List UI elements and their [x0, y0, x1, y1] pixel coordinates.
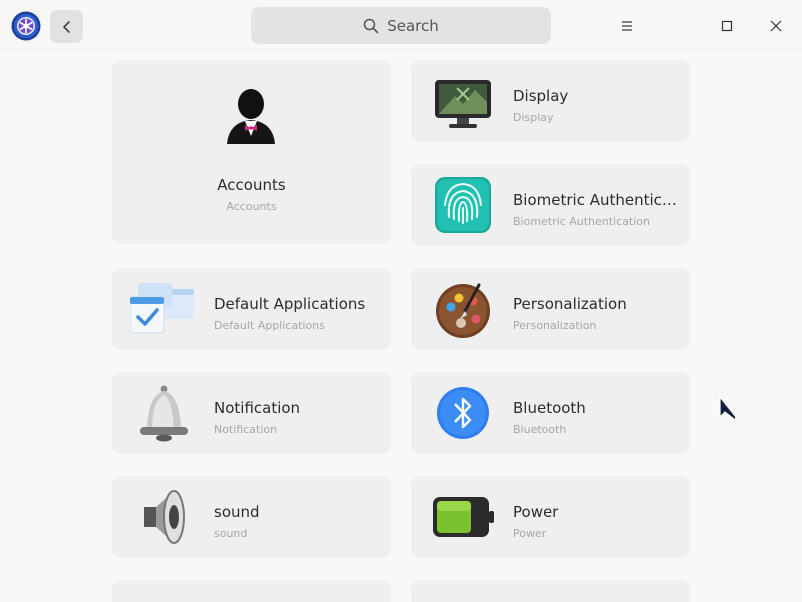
module-title: Power: [513, 503, 559, 521]
speaker-icon: [144, 490, 185, 544]
module-title: Notification: [214, 399, 301, 417]
search-placeholder: Search: [387, 16, 439, 35]
module-subtitle: Notification: [214, 423, 278, 436]
chevron-left-icon: [62, 20, 70, 33]
module-card-sound[interactable]: sound sound: [112, 476, 391, 558]
title-bar: Search: [0, 0, 802, 52]
bluetooth-icon: [437, 387, 489, 439]
notification-bell-icon: [140, 385, 188, 442]
module-title: Accounts: [217, 176, 286, 194]
maximize-icon: [721, 20, 733, 32]
module-card-notification[interactable]: Notification Notification: [112, 372, 391, 454]
module-card-bluetooth[interactable]: Bluetooth Bluetooth: [411, 372, 690, 454]
module-card-partial[interactable]: [411, 580, 690, 602]
module-card-display[interactable]: Display Display: [411, 60, 690, 142]
module-title: sound: [214, 503, 260, 521]
module-subtitle: Biometric Authentication: [513, 215, 651, 228]
menu-button[interactable]: [613, 12, 641, 40]
module-subtitle: sound: [214, 527, 248, 540]
module-title: Display: [513, 87, 569, 105]
close-button[interactable]: [762, 12, 790, 40]
back-button[interactable]: [50, 10, 83, 43]
mouse-cursor-icon: [719, 395, 737, 422]
module-grid: Accounts Accounts Display Display Biomet…: [0, 52, 802, 602]
default-applications-icon: [130, 283, 194, 334]
search-icon: [363, 18, 379, 33]
control-center-logo-icon[interactable]: [11, 11, 41, 41]
module-card-personalization[interactable]: Personalization Personalization: [411, 268, 690, 350]
maximize-button[interactable]: [713, 12, 741, 40]
module-title: Biometric Authentica…: [513, 191, 683, 209]
module-subtitle: Power: [513, 527, 547, 540]
paint-palette-icon: [436, 283, 490, 338]
module-title: Personalization: [513, 295, 627, 313]
module-card-partial[interactable]: [112, 580, 391, 602]
close-icon: [770, 20, 782, 32]
module-subtitle: Personalization: [513, 319, 597, 332]
search-input[interactable]: Search: [251, 7, 551, 44]
module-card-power[interactable]: Power Power: [411, 476, 690, 558]
hamburger-menu-icon: [622, 21, 632, 31]
module-card-default-applications[interactable]: Default Applications Default Application…: [112, 268, 391, 350]
fingerprint-icon: [435, 177, 491, 233]
module-title: Default Applications: [214, 295, 366, 313]
module-subtitle: Bluetooth: [513, 423, 567, 436]
battery-icon: [433, 497, 494, 537]
module-title: Bluetooth: [513, 399, 586, 417]
module-subtitle: Default Applications: [214, 319, 325, 332]
module-card-accounts[interactable]: Accounts Accounts: [112, 60, 391, 244]
display-monitor-icon: [435, 80, 491, 128]
module-subtitle: Display: [513, 111, 554, 124]
module-subtitle: Accounts: [226, 200, 277, 213]
account-user-icon: [227, 89, 275, 144]
module-card-biometric-authentication[interactable]: Biometric Authentica… Biometric Authenti…: [411, 164, 690, 246]
